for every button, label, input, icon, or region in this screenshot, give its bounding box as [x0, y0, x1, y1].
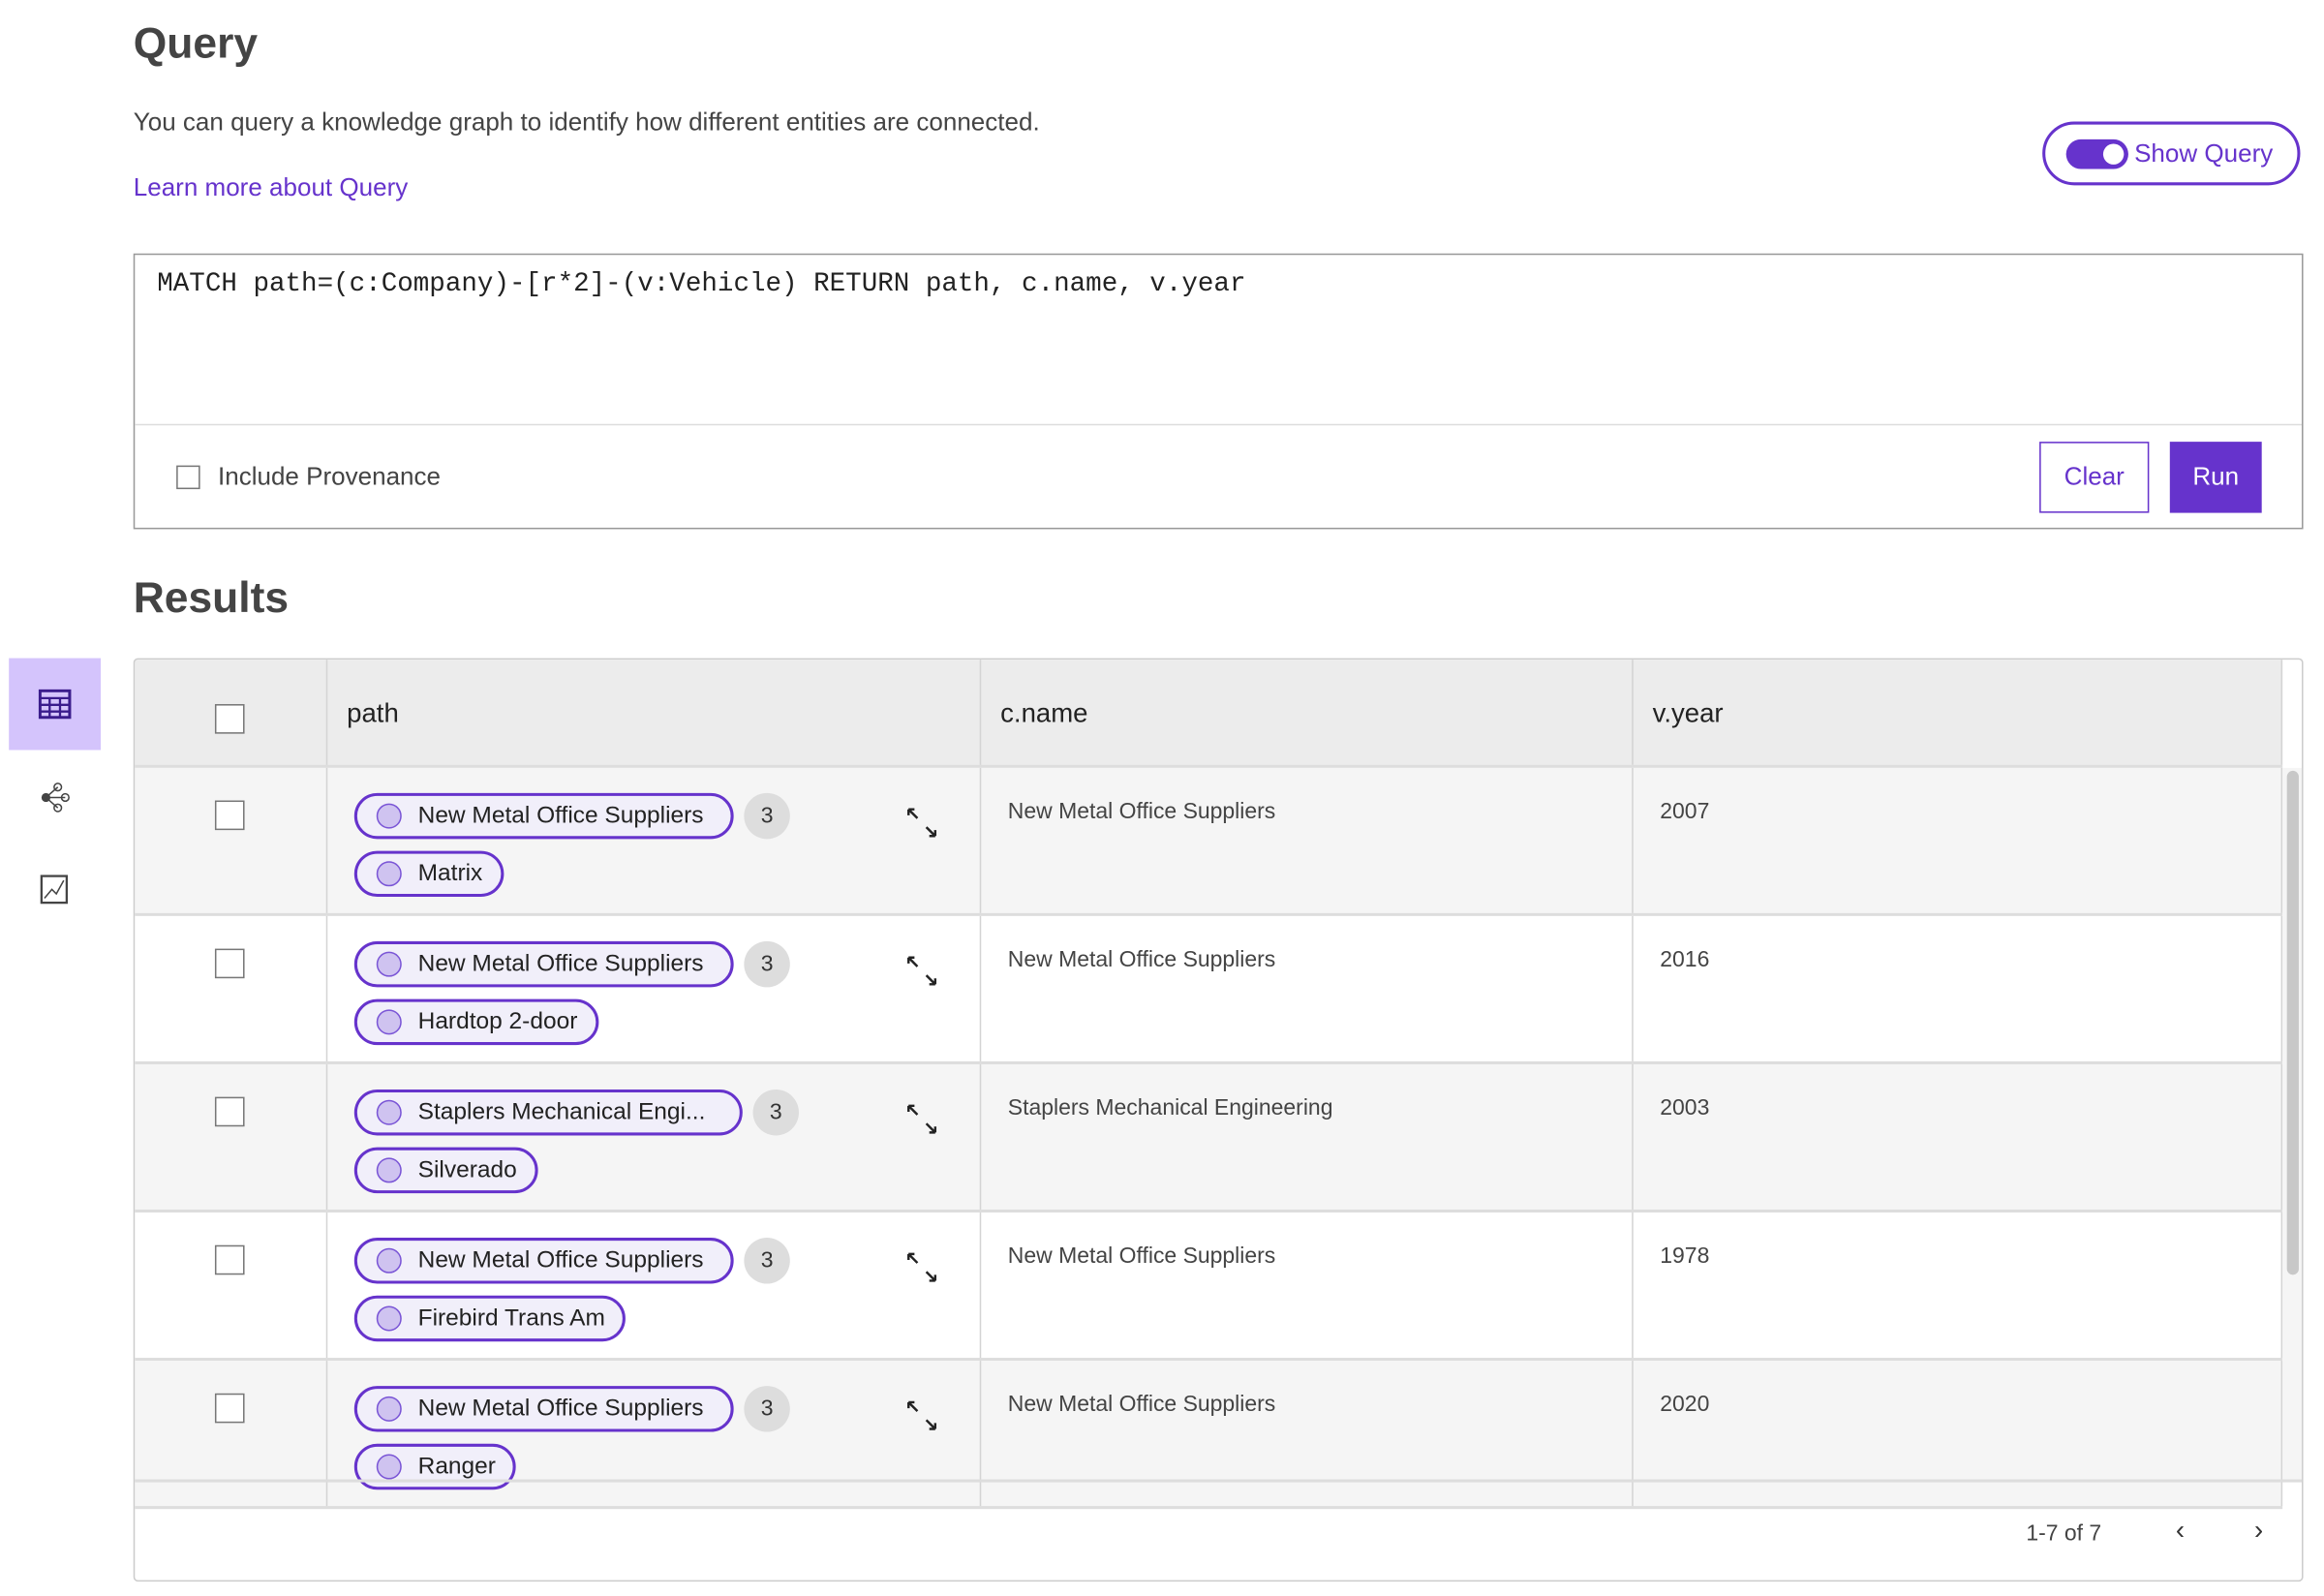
query-editor: MATCH path=(c:Company)-[r*2]-(v:Vehicle)… [133, 253, 2304, 530]
v-year-cell: 2003 [1660, 1095, 1710, 1121]
c-name-cell: New Metal Office Suppliers [1007, 1243, 1276, 1270]
node-icon [376, 1305, 402, 1332]
node-label: New Metal Office Suppliers [417, 802, 704, 828]
query-input[interactable]: MATCH path=(c:Company)-[r*2]-(v:Vehicle)… [135, 255, 2303, 426]
hop-count-badge: 3 [744, 792, 790, 840]
graph-view-button[interactable] [9, 768, 101, 827]
v-year-cell: 2007 [1660, 798, 1710, 825]
row-checkbox[interactable] [214, 1244, 245, 1275]
path-start-node-chip[interactable]: Staplers Mechanical Engi... [353, 1089, 743, 1136]
hop-count-badge: 3 [744, 940, 790, 988]
table-row[interactable]: New Metal Office Suppliers 3 Hardtop 2-d… [135, 915, 2283, 1064]
node-label: Silverado [417, 1156, 517, 1182]
previous-page-icon[interactable]: ‹ [2176, 1515, 2185, 1546]
v-year-cell: 2016 [1660, 947, 1710, 973]
page-description: You can query a knowledge graph to ident… [133, 107, 1040, 137]
node-label: New Metal Office Suppliers [417, 1246, 704, 1274]
node-label: Staplers Mechanical Engi... [417, 1098, 706, 1124]
scrollbar-thumb[interactable] [2286, 770, 2299, 1275]
path-end-node-chip[interactable]: Hardtop 2-door [353, 998, 598, 1046]
node-icon [376, 1396, 402, 1422]
learn-more-link[interactable]: Learn more about Query [134, 173, 408, 203]
path-end-node-chip[interactable]: Firebird Trans Am [353, 1295, 627, 1342]
graph-view-icon [41, 783, 70, 813]
node-icon [376, 1157, 402, 1183]
results-title: Results [133, 574, 290, 623]
node-label: Firebird Trans Am [417, 1304, 605, 1331]
table-view-icon [38, 689, 72, 720]
c-name-cell: New Metal Office Suppliers [1007, 798, 1276, 825]
table-row[interactable]: New Metal Office Suppliers 3 Firebird Tr… [135, 1212, 2283, 1362]
node-icon [376, 1009, 402, 1035]
chart-view-button[interactable] [9, 860, 101, 919]
path-start-node-chip[interactable]: New Metal Office Suppliers [353, 1238, 734, 1284]
hop-count-badge: 3 [752, 1089, 799, 1136]
path-start-node-chip[interactable]: New Metal Office Suppliers [353, 1386, 734, 1432]
show-query-toggle[interactable]: Show Query [2042, 121, 2301, 186]
query-page: Query You can query a knowledge graph to… [0, 0, 2324, 1596]
column-header-c-name[interactable]: c.name [1000, 698, 1087, 729]
row-checkbox[interactable] [214, 1393, 245, 1424]
run-button[interactable]: Run [2169, 442, 2262, 513]
table-row[interactable]: New Metal Office Suppliers 3 Matrix New … [135, 767, 2283, 916]
c-name-cell: New Metal Office Suppliers [1007, 1392, 1276, 1418]
chart-view-icon [40, 875, 69, 905]
hop-count-badge: 3 [744, 1386, 790, 1432]
column-header-v-year[interactable]: v.year [1653, 698, 1724, 729]
node-label: New Metal Office Suppliers [417, 950, 704, 976]
c-name-cell: New Metal Office Suppliers [1007, 947, 1276, 973]
node-label: New Metal Office Suppliers [417, 1396, 704, 1422]
table-row[interactable]: Staplers Mechanical Engi... 3 Silverado … [135, 1063, 2283, 1213]
clear-button[interactable]: Clear [2039, 442, 2150, 513]
scrollbar[interactable] [2282, 767, 2303, 1480]
checkbox[interactable] [176, 465, 200, 490]
node-label: Ranger [417, 1453, 496, 1479]
node-icon [376, 1247, 402, 1274]
row-checkbox[interactable] [214, 948, 245, 979]
c-name-cell: Staplers Mechanical Engineering [1007, 1095, 1333, 1121]
node-label: Hardtop 2-door [417, 1008, 578, 1034]
toggle-switch-icon[interactable] [2065, 138, 2128, 169]
pagination-label: 1-7 of 7 [2026, 1520, 2102, 1547]
expand-icon[interactable] [905, 1251, 938, 1284]
select-all-checkbox[interactable] [214, 704, 245, 734]
node-icon [376, 803, 402, 829]
table-view-button[interactable] [9, 658, 102, 751]
expand-icon[interactable] [905, 955, 938, 988]
node-icon [376, 861, 402, 887]
expand-icon[interactable] [905, 1399, 938, 1432]
node-icon [376, 1454, 402, 1480]
path-end-node-chip[interactable]: Matrix [353, 850, 504, 898]
include-provenance-checkbox[interactable]: Include Provenance [176, 463, 441, 493]
node-icon [376, 1099, 402, 1125]
path-end-node-chip[interactable]: Silverado [353, 1147, 538, 1194]
v-year-cell: 2020 [1660, 1392, 1710, 1418]
node-label: Matrix [417, 860, 483, 886]
expand-icon[interactable] [905, 807, 938, 840]
node-icon [376, 951, 402, 977]
hop-count-badge: 3 [744, 1238, 790, 1284]
row-checkbox[interactable] [214, 800, 245, 831]
show-query-label: Show Query [2134, 138, 2274, 168]
table-header: path c.name v.year [135, 660, 2283, 768]
path-start-node-chip[interactable]: New Metal Office Suppliers [353, 940, 734, 988]
results-table: path c.name v.year New Metal Office Supp… [133, 658, 2304, 1582]
include-provenance-label: Include Provenance [217, 462, 442, 491]
next-page-icon[interactable]: › [2254, 1515, 2263, 1546]
expand-icon[interactable] [905, 1103, 938, 1136]
column-header-path[interactable]: path [347, 698, 399, 729]
page-title: Query [133, 20, 259, 69]
v-year-cell: 1978 [1660, 1243, 1710, 1270]
row-checkbox[interactable] [214, 1096, 245, 1127]
pagination: 1-7 of 7 ‹ › [135, 1479, 2303, 1581]
path-start-node-chip[interactable]: New Metal Office Suppliers [353, 792, 734, 840]
